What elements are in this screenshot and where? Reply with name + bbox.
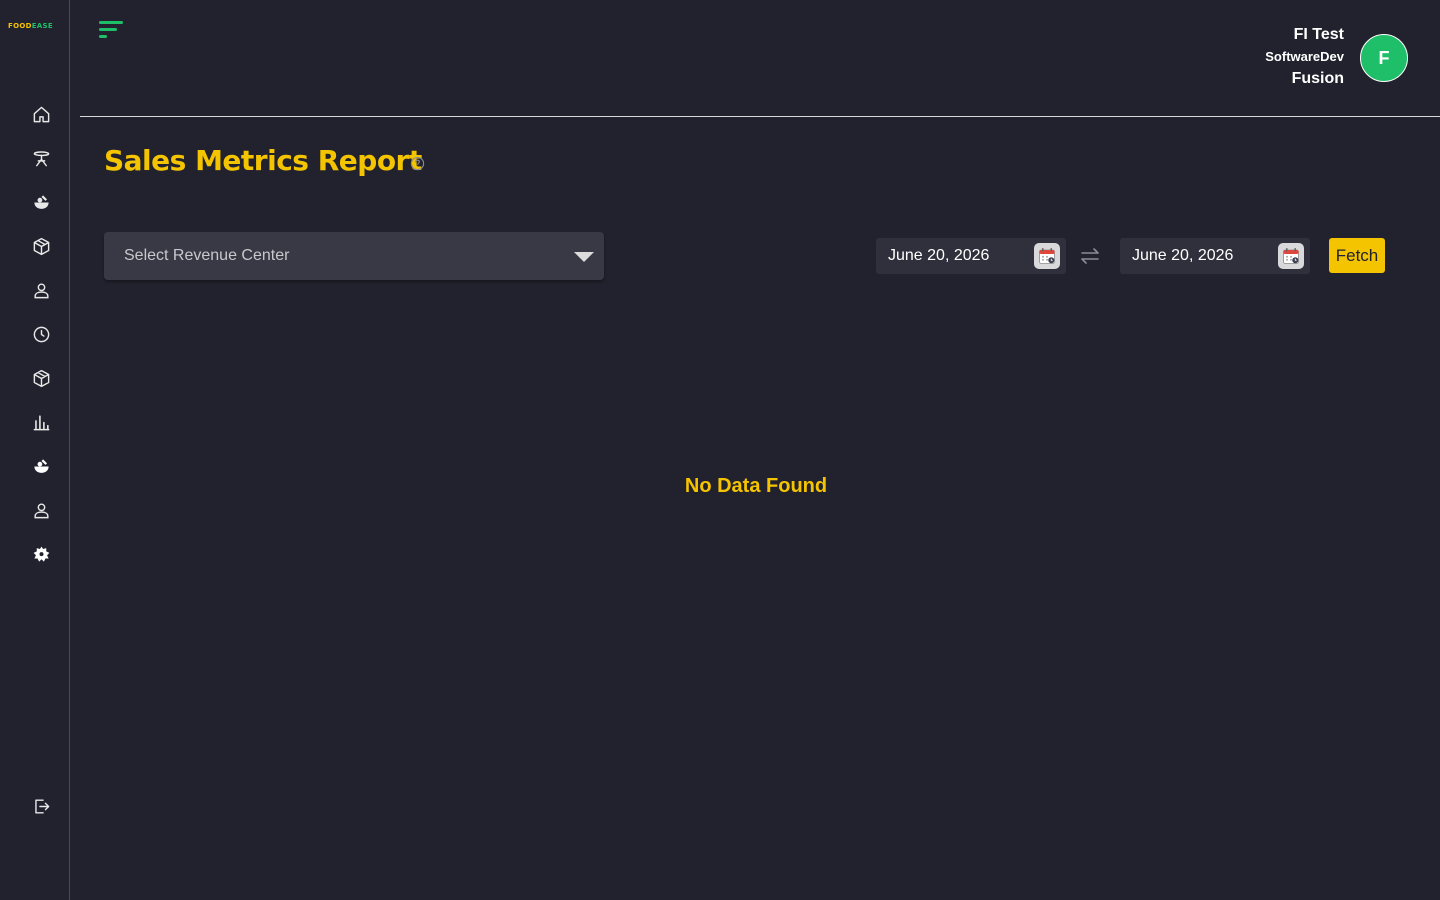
sidebar: FOODEASE <box>0 0 70 900</box>
brand-logo[interactable]: FOODEASE <box>8 22 53 30</box>
end-date-calendar-button[interactable] <box>1278 243 1304 269</box>
empty-state-message: No Data Found <box>684 475 828 497</box>
start-date-calendar-button[interactable] <box>1034 243 1060 269</box>
sidebar-item-settings[interactable] <box>30 543 52 565</box>
gear-icon <box>33 546 49 562</box>
bar-chart-icon <box>33 414 49 430</box>
user-org: SoftwareDev <box>1265 49 1344 64</box>
start-date-value: June 20, 2026 <box>888 247 990 264</box>
start-date-field[interactable]: June 20, 2026 <box>876 238 1066 274</box>
user-name: FI Test <box>1293 26 1344 43</box>
calendar-icon <box>1039 248 1055 264</box>
logo-text-ease: EASE <box>31 22 53 30</box>
clock-icon <box>33 326 49 342</box>
sidebar-item-menu[interactable] <box>30 191 52 213</box>
logo-text-food: FOOD <box>8 22 32 30</box>
sidebar-item-inventory[interactable] <box>30 235 52 257</box>
avatar[interactable]: F <box>1360 34 1408 82</box>
revenue-center-placeholder: Select Revenue Center <box>124 247 290 264</box>
end-date-field[interactable]: June 20, 2026 <box>1120 238 1310 274</box>
user-icon <box>33 502 49 518</box>
sidebar-item-staff[interactable] <box>30 279 52 301</box>
user-info: FI Test SoftwareDev Fusion <box>1265 24 1344 90</box>
end-date-value: June 20, 2026 <box>1132 247 1234 264</box>
sidebar-item-tables[interactable] <box>30 147 52 169</box>
sidebar-item-home[interactable] <box>30 103 52 125</box>
fetch-button[interactable]: Fetch <box>1329 238 1385 273</box>
menu-toggle-button[interactable] <box>99 21 125 41</box>
chevron-down-icon <box>574 252 594 262</box>
hamburger-line <box>99 21 123 24</box>
user-icon <box>33 282 49 298</box>
sidebar-item-users[interactable] <box>30 499 52 521</box>
package-icon <box>33 369 49 387</box>
sidebar-item-history[interactable] <box>30 323 52 345</box>
sidebar-item-recipes[interactable] <box>30 455 52 477</box>
revenue-center-select[interactable]: Select Revenue Center <box>104 232 604 280</box>
food-icon <box>33 458 49 473</box>
logout-icon <box>34 798 49 814</box>
hamburger-line <box>99 35 107 38</box>
help-icon[interactable] <box>410 156 425 171</box>
calendar-icon <box>1283 248 1299 264</box>
package-icon <box>33 237 49 255</box>
hamburger-line <box>99 28 117 31</box>
page-title: Sales Metrics Report <box>104 144 422 177</box>
user-location: Fusion <box>1291 70 1344 87</box>
food-icon <box>33 194 49 209</box>
header-divider <box>80 116 1440 117</box>
dining-table-icon <box>33 150 49 166</box>
swap-arrows-icon <box>1081 248 1099 264</box>
home-icon <box>33 106 49 122</box>
sidebar-item-products[interactable] <box>30 367 52 389</box>
logout-button[interactable] <box>30 795 52 817</box>
sidebar-item-reports[interactable] <box>30 411 52 433</box>
